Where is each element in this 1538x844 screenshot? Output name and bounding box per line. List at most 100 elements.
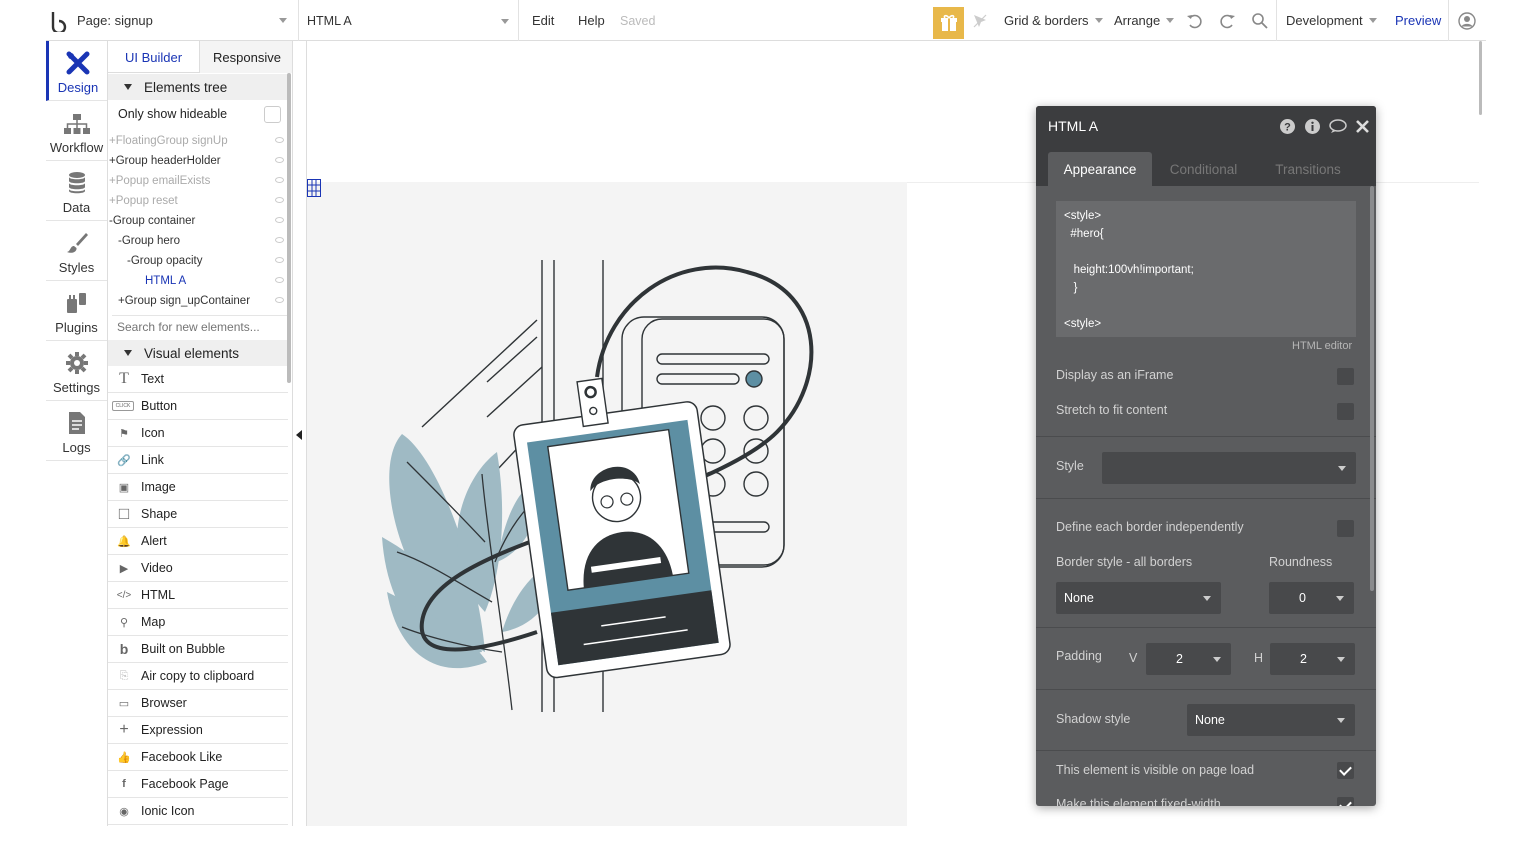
element-shape[interactable]: □ Shape xyxy=(108,501,288,528)
development-menu[interactable]: Development xyxy=(1286,0,1377,41)
html-code-editor[interactable]: <style> #hero{ height:100vh!important; }… xyxy=(1056,201,1356,337)
element-link[interactable]: 🔗 Link xyxy=(108,447,288,474)
border-style-dropdown[interactable]: None xyxy=(1056,582,1221,614)
element-label: Image xyxy=(141,480,176,494)
tree-item[interactable]: - Group container xyxy=(108,211,288,231)
search-elements-input[interactable] xyxy=(112,315,288,337)
element-video[interactable]: ▶ Video xyxy=(108,555,288,582)
bubble-logo[interactable] xyxy=(50,0,68,41)
eye-icon[interactable] xyxy=(275,137,284,143)
element-text[interactable]: T Text xyxy=(108,366,288,393)
tree-item[interactable]: + Popup reset xyxy=(108,191,288,211)
collapse-panel-icon[interactable] xyxy=(296,430,302,440)
redo-button[interactable] xyxy=(1218,0,1236,41)
element-button[interactable]: CLICK Button xyxy=(108,393,288,420)
page-selector[interactable]: Page: signup xyxy=(77,0,293,41)
close-icon[interactable] xyxy=(1356,120,1369,133)
element-map[interactable]: ⚲ Map xyxy=(108,609,288,636)
element-built-on-bubble[interactable]: b Built on Bubble xyxy=(108,636,288,663)
padding-v-dropdown[interactable]: 2 xyxy=(1146,643,1231,675)
page-scrollbar[interactable] xyxy=(1479,41,1482,115)
undo-button[interactable] xyxy=(1186,0,1204,41)
tree-item[interactable]: + Group sign_upContainer xyxy=(108,291,288,311)
element-facebook-page[interactable]: f Facebook Page xyxy=(108,771,288,798)
element-icon[interactable]: ⚑ Icon xyxy=(108,420,288,447)
padding-label: Padding xyxy=(1056,649,1102,663)
divider xyxy=(298,0,299,41)
nav-settings[interactable]: Settings xyxy=(46,341,107,401)
nav-data[interactable]: Data xyxy=(46,161,107,221)
tab-responsive[interactable]: Responsive xyxy=(200,41,292,73)
arrange-menu[interactable]: Arrange xyxy=(1114,0,1175,41)
element-facebook-like[interactable]: 👍 Facebook Like xyxy=(108,744,288,771)
button-icon: CLICK xyxy=(112,401,134,411)
tree-prefix: + xyxy=(109,135,116,147)
search-button[interactable] xyxy=(1251,0,1268,41)
only-show-hideable-checkbox[interactable] xyxy=(264,106,281,123)
element-expression[interactable]: + Expression xyxy=(108,717,288,744)
define-border-checkbox[interactable] xyxy=(1337,520,1354,537)
eye-icon[interactable] xyxy=(275,297,284,303)
display-iframe-checkbox[interactable] xyxy=(1337,368,1354,385)
nav-logs[interactable]: Logs xyxy=(46,401,107,461)
element-air-copy[interactable]: ⎘ Air copy to clipboard xyxy=(108,663,288,690)
tree-item[interactable]: - Group hero xyxy=(108,231,288,251)
tree-item[interactable]: + FloatingGroup signUp xyxy=(108,131,288,151)
tree-label: Popup emailExists xyxy=(115,175,211,187)
tab-transitions[interactable]: Transitions xyxy=(1262,152,1354,186)
side-panel-scrollbar[interactable] xyxy=(287,73,291,383)
comment-icon[interactable] xyxy=(1329,119,1347,134)
tree-item[interactable]: + Popup emailExists xyxy=(108,171,288,191)
eye-icon[interactable] xyxy=(275,177,284,183)
edit-menu[interactable]: Edit xyxy=(532,0,554,41)
element-handle-icon[interactable] xyxy=(307,179,321,197)
eye-icon[interactable] xyxy=(275,277,284,283)
gift-button[interactable] xyxy=(933,7,964,39)
eye-icon[interactable] xyxy=(275,197,284,203)
eye-icon[interactable] xyxy=(275,217,284,223)
visible-on-load-checkbox[interactable] xyxy=(1337,762,1354,779)
element-label: Browser xyxy=(141,696,187,710)
html-editor-link[interactable]: HTML editor xyxy=(1292,340,1352,352)
tree-item-selected[interactable]: HTML A xyxy=(108,271,288,291)
element-image[interactable]: ▣ Image xyxy=(108,474,288,501)
eye-icon[interactable] xyxy=(275,237,284,243)
hero-illustration-area[interactable] xyxy=(307,182,907,826)
nav-workflow[interactable]: Workflow xyxy=(46,101,107,161)
tab-ui-builder[interactable]: UI Builder xyxy=(108,41,200,73)
element-selector[interactable]: HTML A xyxy=(307,0,511,41)
element-html[interactable]: </> HTML xyxy=(108,582,288,609)
element-alert[interactable]: 🔔 Alert xyxy=(108,528,288,555)
elements-tree-header[interactable]: Elements tree xyxy=(108,74,288,100)
shadow-style-dropdown[interactable]: None xyxy=(1187,704,1355,736)
eye-icon[interactable] xyxy=(275,157,284,163)
element-ionic-icon[interactable]: ◉ Ionic Icon xyxy=(108,798,288,825)
image-icon: ▣ xyxy=(118,481,130,494)
tree-item[interactable]: + Group headerHolder xyxy=(108,151,288,171)
account-button[interactable] xyxy=(1458,0,1476,41)
roundness-dropdown[interactable]: 0 xyxy=(1269,582,1354,614)
padding-h-dropdown[interactable]: 2 xyxy=(1270,643,1355,675)
shadow-style-label: Shadow style xyxy=(1056,712,1131,726)
tab-appearance[interactable]: Appearance xyxy=(1048,152,1152,186)
tree-item[interactable]: - Group opacity xyxy=(108,251,288,271)
visual-elements-header[interactable]: Visual elements xyxy=(108,340,288,366)
stretch-fit-checkbox[interactable] xyxy=(1337,403,1354,420)
help-icon[interactable]: ? xyxy=(1280,119,1295,134)
property-editor-header[interactable]: HTML A ? xyxy=(1036,106,1376,146)
nav-plugins[interactable]: Plugins xyxy=(46,281,107,341)
ionic-icon: ◉ xyxy=(119,805,129,818)
editor-scrollbar[interactable] xyxy=(1370,186,1374,591)
tab-conditional[interactable]: Conditional xyxy=(1156,152,1251,186)
eye-icon[interactable] xyxy=(275,257,284,263)
info-icon[interactable] xyxy=(1305,119,1320,134)
grid-borders-menu[interactable]: Grid & borders xyxy=(1004,0,1103,41)
preview-button[interactable]: Preview xyxy=(1395,0,1441,41)
cursor-tool[interactable] xyxy=(973,0,987,41)
element-browser[interactable]: ▭ Browser xyxy=(108,690,288,717)
help-menu[interactable]: Help xyxy=(578,0,605,41)
nav-design[interactable]: Design xyxy=(46,41,107,101)
fixed-width-checkbox[interactable] xyxy=(1337,797,1354,806)
nav-styles[interactable]: Styles xyxy=(46,221,107,281)
style-dropdown[interactable] xyxy=(1102,452,1356,484)
